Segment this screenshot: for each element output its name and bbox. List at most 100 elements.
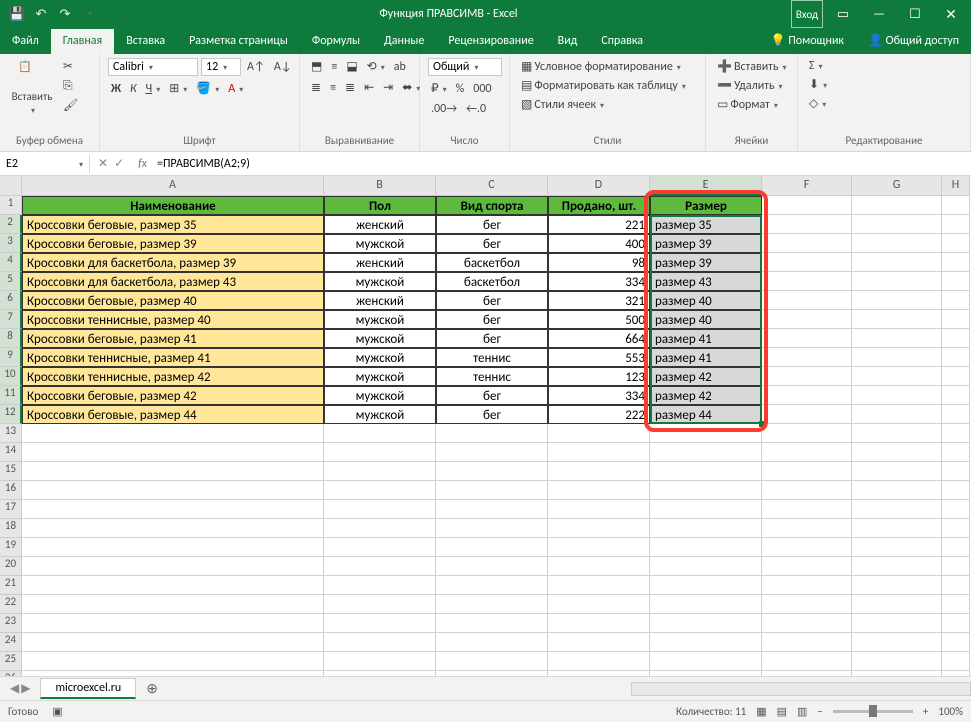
cell-A24[interactable] (22, 633, 324, 652)
cell-F14[interactable] (762, 443, 852, 462)
row-header-4[interactable]: 4 (0, 253, 22, 272)
cell-A7[interactable]: Кроссовки теннисные, размер 40 (22, 310, 324, 329)
cell-A9[interactable]: Кроссовки теннисные, размер 41 (22, 348, 324, 367)
select-all-corner[interactable] (0, 176, 22, 196)
tab-data[interactable]: Данные (372, 29, 436, 54)
cell-H7[interactable] (942, 310, 970, 329)
cell-D23[interactable] (548, 614, 650, 633)
cell-F20[interactable] (762, 557, 852, 576)
cell-D1[interactable]: Продано, шт. (548, 196, 650, 215)
cell-D10[interactable]: 123 (548, 367, 650, 386)
cell-E19[interactable] (650, 538, 762, 557)
cell-F24[interactable] (762, 633, 852, 652)
cell-C2[interactable]: бег (436, 215, 548, 234)
next-sheet-icon[interactable]: ▶ (21, 681, 30, 696)
cell-A15[interactable] (22, 462, 324, 481)
cell-F26[interactable] (762, 671, 852, 676)
ribbon-options-icon[interactable]: ▭ (827, 0, 859, 28)
cell-B21[interactable] (324, 576, 436, 595)
cell-G16[interactable] (852, 481, 942, 500)
cell-F16[interactable] (762, 481, 852, 500)
format-as-table-button[interactable]: ▤ Форматировать как таблицу (518, 77, 689, 94)
row-header-3[interactable]: 3 (0, 234, 22, 253)
cell-E3[interactable]: размер 39 (650, 234, 762, 253)
cell-B26[interactable] (324, 671, 436, 676)
cell-B24[interactable] (324, 633, 436, 652)
cell-D25[interactable] (548, 652, 650, 671)
cell-F6[interactable] (762, 291, 852, 310)
borders-button[interactable]: ⊞ (166, 80, 190, 97)
cell-H21[interactable] (942, 576, 970, 595)
row-header-12[interactable]: 12 (0, 405, 22, 424)
cell-D13[interactable] (548, 424, 650, 443)
autosum-button[interactable]: Σ (806, 58, 826, 74)
copy-button[interactable]: ⎘ (60, 78, 81, 94)
row-header-2[interactable]: 2 (0, 215, 22, 234)
cell-B16[interactable] (324, 481, 436, 500)
col-header-C[interactable]: C (436, 176, 548, 196)
cell-F1[interactable] (762, 196, 852, 215)
cell-G7[interactable] (852, 310, 942, 329)
cell-D12[interactable]: 222 (548, 405, 650, 424)
cell-C3[interactable]: бег (436, 234, 548, 253)
cell-A14[interactable] (22, 443, 324, 462)
cell-G22[interactable] (852, 595, 942, 614)
col-header-H[interactable]: H (942, 176, 970, 196)
cell-B10[interactable]: мужской (324, 367, 436, 386)
cell-H3[interactable] (942, 234, 970, 253)
cell-E20[interactable] (650, 557, 762, 576)
delete-cells-button[interactable]: ➖ Удалить (714, 77, 786, 94)
cell-H23[interactable] (942, 614, 970, 633)
cell-F12[interactable] (762, 405, 852, 424)
cell-G18[interactable] (852, 519, 942, 538)
row-header-18[interactable]: 18 (0, 519, 22, 538)
indent-decrease-button[interactable]: ⇤ (361, 79, 377, 96)
cell-B11[interactable]: мужской (324, 386, 436, 405)
formula-input[interactable] (153, 155, 971, 173)
tab-file[interactable]: Файл (0, 29, 51, 54)
cell-D22[interactable] (548, 595, 650, 614)
cell-D20[interactable] (548, 557, 650, 576)
cell-D21[interactable] (548, 576, 650, 595)
row-header-5[interactable]: 5 (0, 272, 22, 291)
cell-B8[interactable]: мужской (324, 329, 436, 348)
cell-D15[interactable] (548, 462, 650, 481)
accounting-format-button[interactable]: ₽ (428, 80, 450, 97)
cell-G25[interactable] (852, 652, 942, 671)
cell-G26[interactable] (852, 671, 942, 676)
cell-F15[interactable] (762, 462, 852, 481)
cell-G1[interactable] (852, 196, 942, 215)
underline-button[interactable]: Ч (143, 80, 164, 97)
cell-E14[interactable] (650, 443, 762, 462)
cell-B3[interactable]: мужской (324, 234, 436, 253)
decrease-decimal-button[interactable]: ←.0 (463, 101, 489, 117)
cell-C24[interactable] (436, 633, 548, 652)
close-icon[interactable]: ✕ (935, 0, 967, 28)
cell-H14[interactable] (942, 443, 970, 462)
cell-H19[interactable] (942, 538, 970, 557)
cell-E21[interactable] (650, 576, 762, 595)
confirm-formula-icon[interactable]: ✓ (114, 156, 124, 171)
col-header-E[interactable]: E (650, 176, 762, 196)
fill-color-button[interactable]: 🪣 (193, 80, 222, 97)
cell-H6[interactable] (942, 291, 970, 310)
cell-B1[interactable]: Пол (324, 196, 436, 215)
row-header-25[interactable]: 25 (0, 652, 22, 671)
zoom-slider[interactable] (833, 710, 913, 713)
cell-F2[interactable] (762, 215, 852, 234)
clear-button[interactable]: ◇ (806, 95, 829, 112)
cell-C17[interactable] (436, 500, 548, 519)
cell-G17[interactable] (852, 500, 942, 519)
cell-D18[interactable] (548, 519, 650, 538)
cell-B19[interactable] (324, 538, 436, 557)
cell-A20[interactable] (22, 557, 324, 576)
cell-C12[interactable]: бег (436, 405, 548, 424)
insert-cells-button[interactable]: ➕ Вставить (714, 58, 789, 75)
cell-B22[interactable] (324, 595, 436, 614)
align-top-button[interactable]: ⬒ (308, 58, 325, 75)
row-header-21[interactable]: 21 (0, 576, 22, 595)
cell-C1[interactable]: Вид спорта (436, 196, 548, 215)
cell-G15[interactable] (852, 462, 942, 481)
cell-F7[interactable] (762, 310, 852, 329)
cell-A4[interactable]: Кроссовки для баскетбола, размер 39 (22, 253, 324, 272)
